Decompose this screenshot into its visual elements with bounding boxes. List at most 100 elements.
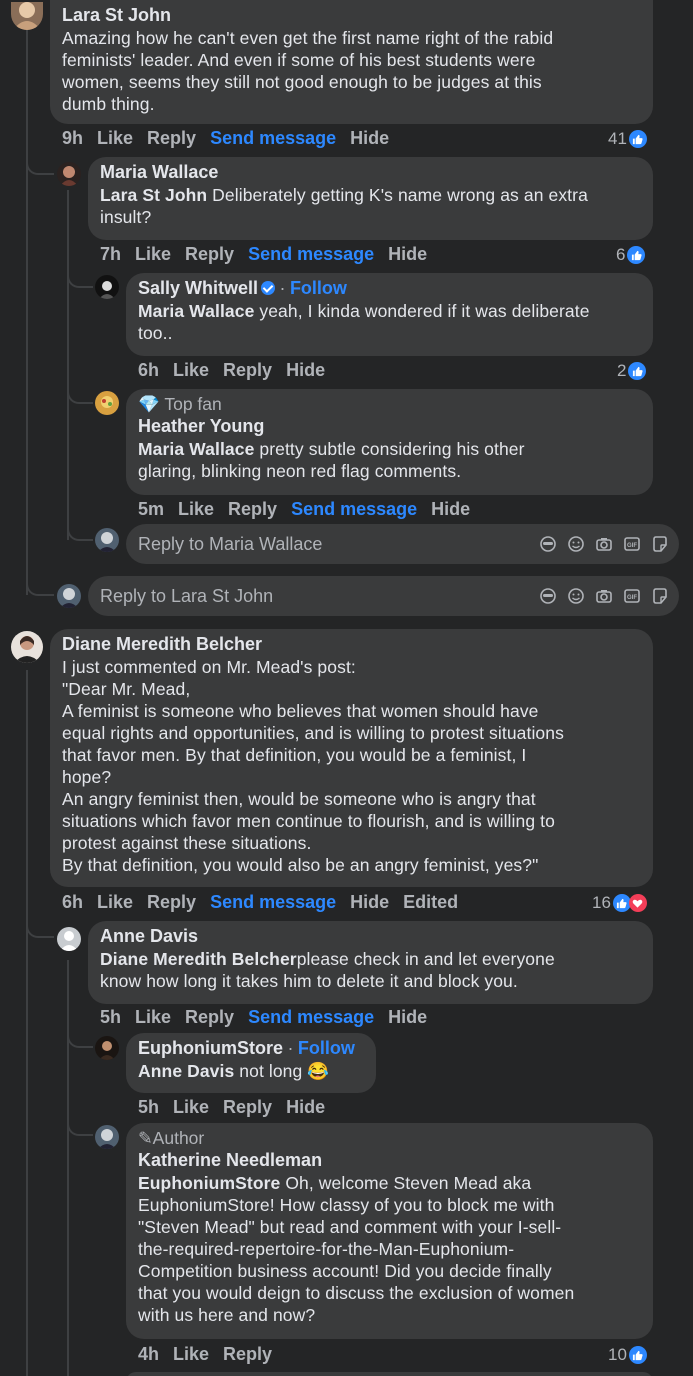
comment-author[interactable]: Lara St John bbox=[62, 5, 171, 25]
mention-link[interactable]: Maria Wallace bbox=[138, 439, 254, 459]
timestamp[interactable]: 5m bbox=[138, 499, 164, 519]
like-button[interactable]: Like bbox=[135, 1007, 171, 1027]
avatar-sticker-icon[interactable] bbox=[539, 587, 557, 605]
send-message-button[interactable]: Send message bbox=[210, 892, 336, 912]
comment-bubble: Maria Wallace Lara St John Deliberately … bbox=[88, 157, 653, 240]
reaction-count[interactable]: 2 bbox=[617, 361, 647, 381]
avatar[interactable] bbox=[95, 391, 119, 415]
timestamp[interactable]: 7h bbox=[100, 244, 121, 264]
avatar[interactable] bbox=[11, 2, 43, 30]
send-message-button[interactable]: Send message bbox=[210, 128, 336, 148]
avatar-sticker-icon[interactable] bbox=[539, 535, 557, 553]
comment-author[interactable]: Sally Whitwell bbox=[138, 278, 258, 298]
sticker-icon[interactable] bbox=[651, 535, 669, 553]
comment-author[interactable]: Maria Wallace bbox=[100, 161, 641, 184]
send-message-button[interactable]: Send message bbox=[248, 244, 374, 264]
mention-link[interactable]: Lara St John bbox=[100, 185, 207, 205]
gif-icon[interactable]: GIF bbox=[623, 587, 641, 605]
mention-link[interactable]: Diane Meredith Belcher bbox=[100, 949, 297, 969]
avatar[interactable] bbox=[95, 1125, 119, 1149]
like-button[interactable]: Like bbox=[173, 1097, 209, 1117]
like-button[interactable]: Like bbox=[97, 128, 133, 148]
comment-bubble: Sally Whitwell · Follow Maria Wallace ye… bbox=[126, 273, 653, 356]
comment-author[interactable]: Anne Davis bbox=[100, 925, 641, 948]
comment-actions: 6h Like Reply Hide bbox=[138, 360, 339, 381]
thread-elbow bbox=[26, 918, 54, 938]
follow-button[interactable]: Follow bbox=[298, 1038, 355, 1058]
hide-button[interactable]: Hide bbox=[286, 1097, 325, 1117]
comment-actions: 6h Like Reply Send message Hide Edited bbox=[62, 892, 472, 913]
reaction-count[interactable]: 41 bbox=[608, 129, 647, 149]
reply-button[interactable]: Reply bbox=[185, 244, 234, 264]
reaction-count[interactable]: 16 bbox=[592, 893, 647, 913]
thread-elbow bbox=[26, 155, 54, 175]
like-reaction-icon bbox=[627, 246, 646, 264]
svg-text:GIF: GIF bbox=[627, 543, 637, 549]
mention-link[interactable]: EuphoniumStore bbox=[138, 1173, 280, 1193]
reaction-count[interactable]: 6 bbox=[616, 245, 646, 265]
comment-text: I just commented on Mr. Mead's post: "De… bbox=[62, 657, 564, 875]
emoji-icon[interactable] bbox=[567, 587, 585, 605]
comment-bubble: Lara St John Amazing how he can't even g… bbox=[50, 0, 653, 124]
comment-text: Maria Wallace yeah, I kinda wondered if … bbox=[138, 301, 590, 343]
comment-author[interactable]: Katherine Needleman bbox=[138, 1149, 641, 1172]
follow-button[interactable]: Follow bbox=[290, 278, 347, 298]
avatar[interactable] bbox=[11, 631, 43, 663]
like-button[interactable]: Like bbox=[173, 1344, 209, 1364]
send-message-button[interactable]: Send message bbox=[248, 1007, 374, 1027]
mention-link[interactable]: Anne Davis bbox=[138, 1061, 234, 1081]
edited-label[interactable]: Edited bbox=[403, 892, 458, 912]
comment-author[interactable]: EuphoniumStore bbox=[138, 1038, 283, 1058]
comment-bubble: ✎Author Katherine Needleman EuphoniumSto… bbox=[126, 1123, 653, 1339]
reply-button[interactable]: Reply bbox=[223, 360, 272, 380]
timestamp[interactable]: 6h bbox=[138, 360, 159, 380]
reply-button[interactable]: Reply bbox=[228, 499, 277, 519]
camera-icon[interactable] bbox=[595, 535, 613, 553]
reply-button[interactable]: Reply bbox=[185, 1007, 234, 1027]
hide-button[interactable]: Hide bbox=[431, 499, 470, 519]
timestamp[interactable]: 6h bbox=[62, 892, 83, 912]
comment-author[interactable]: Diane Meredith Belcher bbox=[62, 633, 641, 656]
verified-badge-icon bbox=[261, 281, 276, 295]
reaction-count[interactable]: 10 bbox=[608, 1345, 647, 1365]
thread-elbow bbox=[26, 580, 54, 596]
reply-button[interactable]: Reply bbox=[147, 128, 196, 148]
sticker-icon[interactable] bbox=[651, 587, 669, 605]
like-reaction-icon bbox=[628, 362, 647, 380]
camera-icon[interactable] bbox=[595, 587, 613, 605]
thread-elbow bbox=[67, 1120, 93, 1136]
timestamp[interactable]: 4h bbox=[138, 1344, 159, 1364]
like-button[interactable]: Like bbox=[135, 244, 171, 264]
timestamp[interactable]: 5h bbox=[100, 1007, 121, 1027]
thread-elbow bbox=[67, 388, 93, 404]
like-button[interactable]: Like bbox=[178, 499, 214, 519]
reply-button[interactable]: Reply bbox=[223, 1344, 272, 1364]
mention-link[interactable]: Maria Wallace bbox=[138, 301, 254, 321]
author-badge: ✎Author bbox=[138, 1128, 205, 1148]
hide-button[interactable]: Hide bbox=[286, 360, 325, 380]
thread-elbow bbox=[67, 272, 93, 288]
hide-button[interactable]: Hide bbox=[350, 128, 389, 148]
current-user-avatar[interactable] bbox=[57, 584, 81, 608]
hide-button[interactable]: Hide bbox=[388, 1007, 427, 1027]
timestamp[interactable]: 5h bbox=[138, 1097, 159, 1117]
hide-button[interactable]: Hide bbox=[388, 244, 427, 264]
current-user-avatar[interactable] bbox=[95, 528, 119, 552]
avatar[interactable] bbox=[57, 162, 81, 186]
reply-input[interactable]: Reply to Lara St John GIF bbox=[88, 576, 679, 616]
send-message-button[interactable]: Send message bbox=[291, 499, 417, 519]
comment-author[interactable]: Heather Young bbox=[138, 415, 641, 438]
reply-button[interactable]: Reply bbox=[223, 1097, 272, 1117]
like-button[interactable]: Like bbox=[173, 360, 209, 380]
timestamp[interactable]: 9h bbox=[62, 128, 83, 148]
avatar[interactable] bbox=[57, 927, 81, 951]
avatar[interactable] bbox=[95, 1036, 119, 1060]
reply-input[interactable]: Reply to Maria Wallace GIF bbox=[126, 524, 679, 564]
like-button[interactable]: Like bbox=[97, 892, 133, 912]
hide-button[interactable]: Hide bbox=[350, 892, 389, 912]
reply-button[interactable]: Reply bbox=[147, 892, 196, 912]
avatar[interactable] bbox=[95, 275, 119, 299]
comment-text: Amazing how he can't even get the first … bbox=[62, 28, 554, 114]
gif-icon[interactable]: GIF bbox=[623, 535, 641, 553]
emoji-icon[interactable] bbox=[567, 535, 585, 553]
